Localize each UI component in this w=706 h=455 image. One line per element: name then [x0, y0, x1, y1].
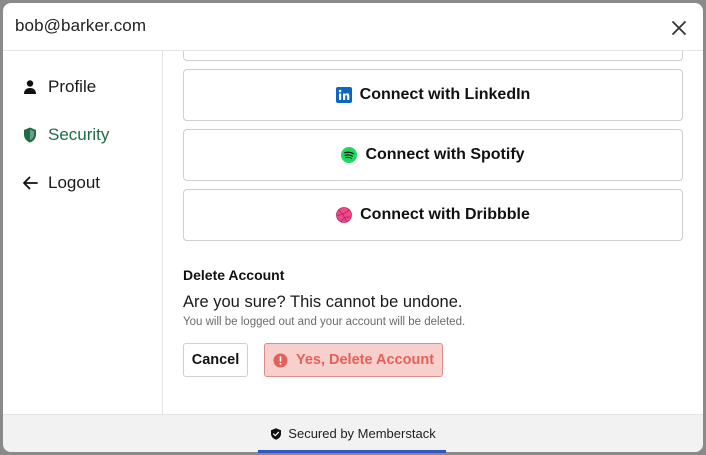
arrow-left-icon	[21, 174, 39, 192]
close-button[interactable]	[669, 18, 689, 38]
sidebar-item-label: Security	[48, 125, 110, 144]
shield-icon	[21, 126, 39, 144]
footer-text: Secured by Memberstack	[288, 426, 436, 441]
account-email: bob@barker.com	[15, 16, 147, 35]
connect-dribbble-button[interactable]: Connect with Dribbble	[183, 189, 683, 241]
dribbble-icon	[336, 207, 353, 223]
background-bar	[258, 450, 446, 453]
connect-spotify-button[interactable]: Connect with Spotify	[183, 129, 683, 181]
modal-footer: Secured by Memberstack	[3, 414, 703, 452]
connect-spotify-label: Connect with Spotify	[365, 146, 525, 163]
linkedin-icon	[335, 87, 352, 103]
verified-shield-icon	[270, 427, 282, 440]
connect-linkedin-label: Connect with LinkedIn	[359, 86, 531, 103]
sidebar-item-profile[interactable]: Profile	[21, 73, 96, 101]
confirm-delete-label: Yes, Delete Account	[295, 352, 435, 368]
modal-header: bob@barker.com	[3, 3, 703, 51]
sidebar-item-security[interactable]: Security	[21, 121, 109, 149]
person-icon	[21, 78, 39, 96]
delete-account-note: You will be logged out and your account …	[183, 316, 466, 328]
connect-linkedin-button[interactable]: Connect with LinkedIn	[183, 69, 683, 121]
account-modal: bob@barker.com Profile Security Logout C…	[3, 3, 703, 452]
connect-button-partial[interactable]	[183, 51, 683, 61]
cancel-button[interactable]: Cancel	[183, 343, 248, 377]
security-content: Connect with LinkedIn Connect with Spoti…	[163, 51, 703, 414]
delete-account-question: Are you sure? This cannot be undone.	[183, 293, 463, 311]
sidebar-item-logout[interactable]: Logout	[21, 169, 100, 197]
spotify-icon	[341, 147, 358, 163]
confirm-delete-button[interactable]: Yes, Delete Account	[264, 343, 443, 377]
sidebar-item-label: Logout	[48, 173, 100, 192]
close-icon	[672, 21, 686, 35]
alert-circle-icon	[273, 353, 288, 368]
sidebar: Profile Security Logout	[3, 51, 163, 414]
delete-account-title: Delete Account	[183, 267, 285, 283]
connect-dribbble-label: Connect with Dribbble	[360, 206, 530, 223]
sidebar-item-label: Profile	[48, 77, 97, 96]
